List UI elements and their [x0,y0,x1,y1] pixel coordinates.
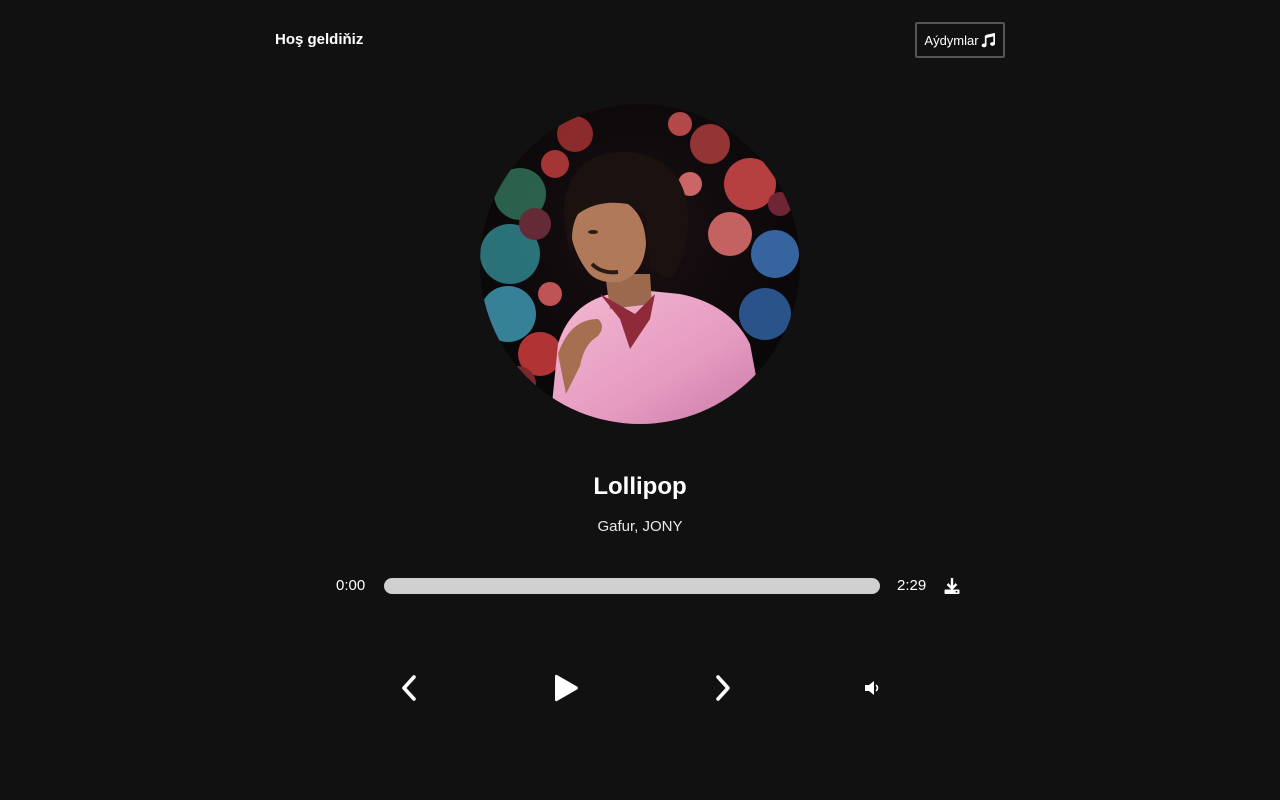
volume-button[interactable] [853,668,893,708]
songs-button[interactable]: Aýdymlar [915,22,1005,58]
previous-button[interactable] [389,668,429,708]
play-button[interactable] [546,668,586,708]
download-button[interactable] [943,577,961,595]
next-button[interactable] [703,668,743,708]
play-icon [555,674,578,702]
music-player-page: Hoş geldiňiz Aýdymlar Lollipop Gafur, JO… [0,0,1280,800]
progress-bar[interactable] [384,578,880,594]
song-title: Lollipop [593,473,687,500]
chevron-right-icon [716,675,730,701]
music-note-icon [981,32,995,47]
volume-icon [865,681,879,695]
total-time: 2:29 [897,577,927,594]
album-cover [480,104,800,424]
welcome-title: Hoş geldiňiz [275,31,364,48]
download-icon [944,578,960,594]
chevron-left-icon [402,675,416,701]
songs-button-label: Aýdymlar [924,32,979,48]
current-time: 0:00 [336,577,366,594]
song-artist: Gafur, JONY [597,518,683,535]
